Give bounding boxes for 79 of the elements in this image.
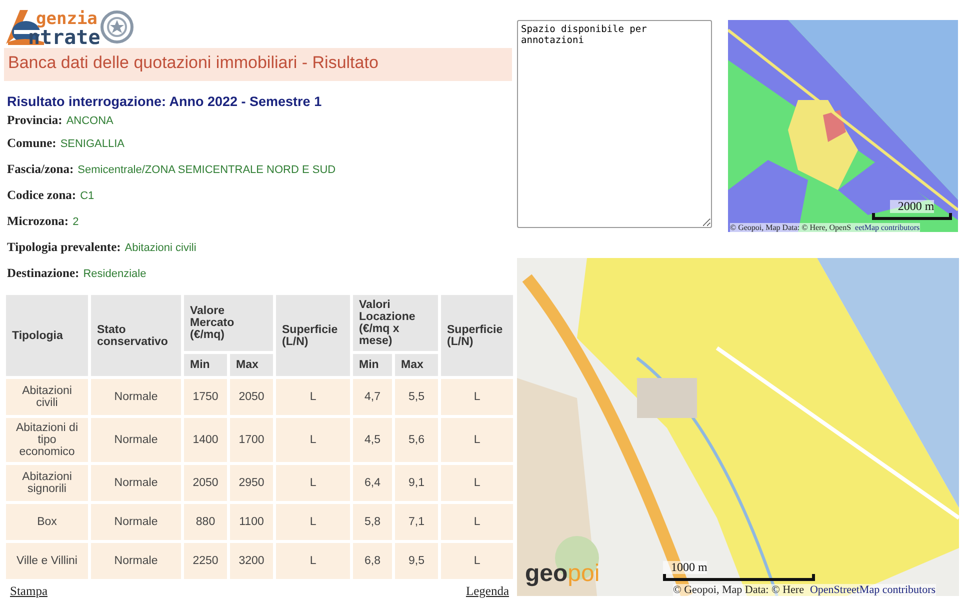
table-cell: 9,1 bbox=[395, 465, 438, 501]
column-header: Stato conservativo bbox=[91, 295, 181, 376]
table-cell: L bbox=[441, 418, 514, 462]
map-attribution: OpenStreetMap contributors bbox=[810, 584, 936, 596]
column-header: Tipologia bbox=[6, 295, 88, 376]
table-cell: 6,8 bbox=[353, 543, 392, 579]
table-cell: 4,5 bbox=[353, 418, 392, 462]
table-cell: 3200 bbox=[230, 543, 274, 579]
table-cell: L bbox=[441, 543, 514, 579]
result-heading: Risultato interrogazione: Anno 2022 - Semestre 1 bbox=[7, 94, 323, 109]
column-header: Superficie (L/N) bbox=[276, 295, 350, 376]
table-cell: L bbox=[276, 465, 350, 501]
table-cell: 1750 bbox=[184, 379, 227, 415]
table-cell: 5,8 bbox=[353, 504, 392, 540]
table-cell: Normale bbox=[91, 504, 181, 540]
field-value: C1 bbox=[80, 190, 94, 202]
scale-label: 1000 m bbox=[663, 561, 708, 574]
table-cell: 1100 bbox=[230, 504, 274, 540]
field-label: Comune: bbox=[7, 136, 56, 151]
field-value: Abitazioni civili bbox=[124, 242, 196, 254]
table-cell: 9,5 bbox=[395, 543, 438, 579]
table-cell: 880 bbox=[184, 504, 227, 540]
table-cell: 5,6 bbox=[395, 418, 438, 462]
table-cell: Normale bbox=[91, 465, 181, 501]
column-header: Min bbox=[353, 354, 392, 376]
table-cell: L bbox=[276, 418, 350, 462]
table-cell: L bbox=[441, 465, 514, 501]
table-cell: 2050 bbox=[230, 379, 274, 415]
table-cell: L bbox=[276, 543, 350, 579]
field-label: Tipologia prevalente: bbox=[7, 240, 121, 255]
column-header: Max bbox=[230, 354, 274, 376]
notes-field[interactable]: Spazio disponibile per annotazioni bbox=[517, 20, 712, 228]
field-label: Provincia: bbox=[7, 113, 62, 128]
geopoi-logo: geopoi bbox=[525, 560, 600, 587]
field-label: Fascia/zona: bbox=[7, 162, 74, 177]
table-cell: Ville e Villini bbox=[6, 543, 88, 579]
column-header: Superficie (L/N) bbox=[441, 295, 514, 376]
field-label: Microzona: bbox=[7, 214, 69, 229]
emblem-icon bbox=[100, 8, 134, 46]
column-header: Max bbox=[395, 354, 438, 376]
field-value: Residenziale bbox=[83, 268, 146, 280]
table-cell: Box bbox=[6, 504, 88, 540]
table-cell: Normale bbox=[91, 418, 181, 462]
legend-link[interactable]: Legenda bbox=[466, 584, 509, 599]
table-cell: Abitazioni civili bbox=[6, 379, 88, 415]
map-attribution: eetMap contributors bbox=[855, 223, 920, 232]
map-attribution: © Geopoi, Map Data: © Here bbox=[673, 584, 804, 596]
column-header: Min bbox=[184, 354, 227, 376]
field-value: ANCONA bbox=[66, 115, 114, 127]
field-label: Codice zona: bbox=[7, 188, 76, 203]
table-cell: 5,5 bbox=[395, 379, 438, 415]
table-cell: 1700 bbox=[230, 418, 274, 462]
field-value: SENIGALLIA bbox=[60, 138, 125, 150]
column-header: Valori Locazione (€/mq x mese) bbox=[353, 295, 438, 351]
table-cell: Abitazioni di tipo economico bbox=[6, 418, 88, 462]
column-header: Valore Mercato (€/mq) bbox=[184, 295, 274, 351]
title-banner: Banca dati delle quotazioni immobiliari - Risultato bbox=[4, 48, 512, 81]
field-value: Semicentrale/ZONA SEMICENTRALE NORD E SUD bbox=[78, 164, 336, 176]
table-cell: L bbox=[441, 379, 514, 415]
table-cell: Abitazioni signorili bbox=[6, 465, 88, 501]
table-cell: 2250 bbox=[184, 543, 227, 579]
table-cell: L bbox=[276, 379, 350, 415]
table-cell: Normale bbox=[91, 379, 181, 415]
field-label: Destinazione: bbox=[7, 266, 80, 281]
table-cell: 4,7 bbox=[353, 379, 392, 415]
scale-label: 2000 m bbox=[890, 200, 934, 213]
table-cell: L bbox=[276, 504, 350, 540]
logo-text: genzia bbox=[35, 10, 98, 28]
table-cell: L bbox=[441, 504, 514, 540]
table-cell: Normale bbox=[91, 543, 181, 579]
table-cell: 6,4 bbox=[353, 465, 392, 501]
table-cell: 1400 bbox=[184, 418, 227, 462]
map-attribution: © Geopoi, Map Data: © Here, OpenS bbox=[730, 223, 852, 232]
field-value: 2 bbox=[72, 216, 79, 228]
table-cell: 2950 bbox=[230, 465, 274, 501]
table-cell: 7,1 bbox=[395, 504, 438, 540]
logo-text: ntrate bbox=[28, 28, 100, 46]
print-link[interactable]: Stampa bbox=[10, 584, 48, 599]
table-cell: 2050 bbox=[184, 465, 227, 501]
